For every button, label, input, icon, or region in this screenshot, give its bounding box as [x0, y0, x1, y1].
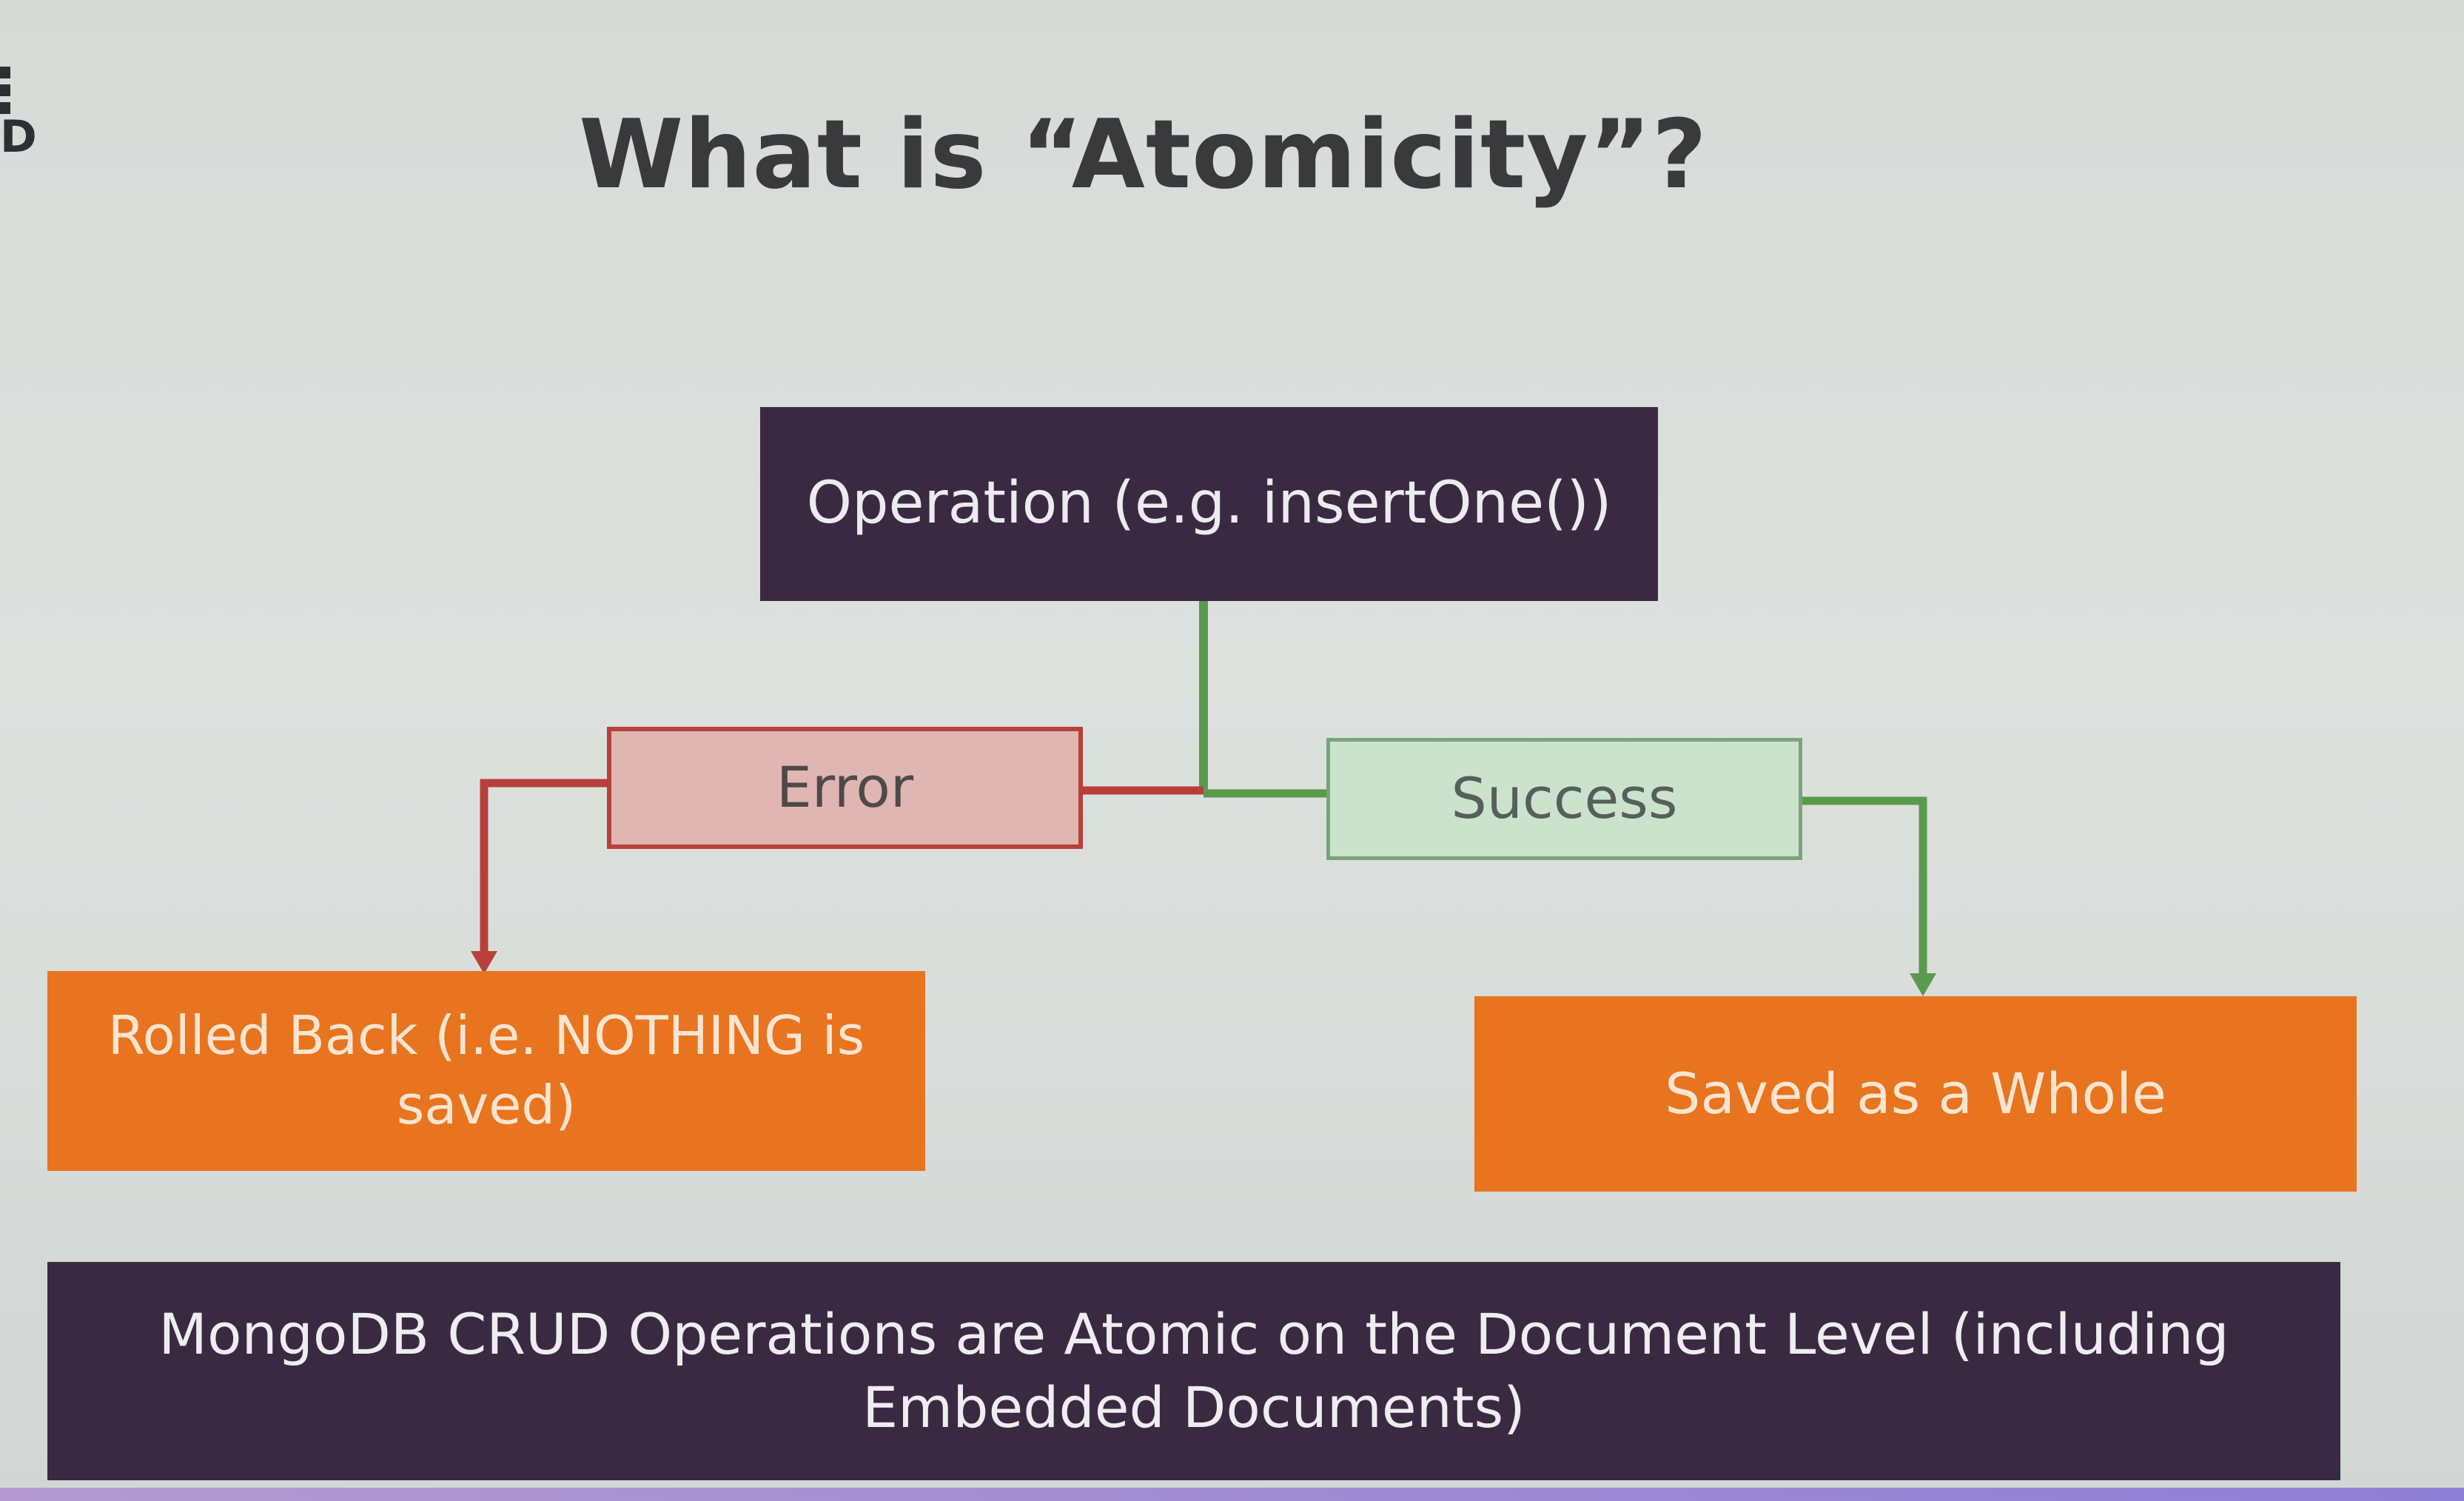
error-box: Error	[607, 727, 1083, 849]
saved-label: Saved as a Whole	[1665, 1060, 2166, 1126]
operation-box: Operation (e.g. insertOne())	[760, 407, 1658, 601]
operation-label: Operation (e.g. insertOne())	[806, 470, 1612, 537]
success-to-saved-connector	[1802, 796, 1927, 978]
saved-box: Saved as a Whole	[1474, 996, 2357, 1192]
error-label: Error	[776, 754, 914, 821]
rolled-back-label: Rolled Back (i.e. NOTHING is saved)	[107, 1004, 865, 1136]
banner-text: MongoDB CRUD Operations are Atomic on th…	[158, 1300, 2229, 1440]
bottom-strip	[0, 1488, 2464, 1501]
success-box: Success	[1326, 738, 1802, 860]
saved-arrowhead-icon	[1910, 973, 1936, 996]
slide: D What is “Atomicity”? Operation (e.g. i…	[0, 0, 2464, 1501]
rolled-back-box: Rolled Back (i.e. NOTHING is saved)	[47, 971, 925, 1171]
success-label: Success	[1451, 765, 1678, 832]
error-to-rollback-connector	[480, 779, 607, 956]
atomicity-banner: MongoDB CRUD Operations are Atomic on th…	[47, 1262, 2340, 1480]
